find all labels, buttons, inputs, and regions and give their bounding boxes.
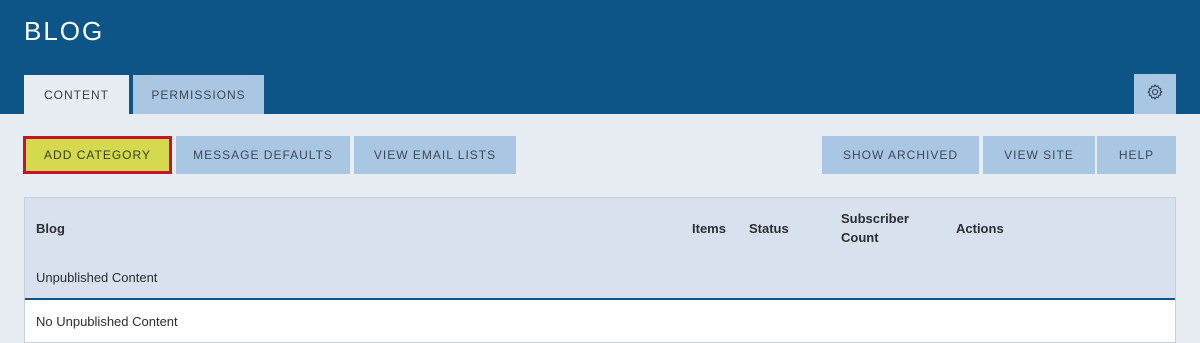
- column-header-subscriber-count: Subscriber Count: [841, 211, 909, 245]
- add-category-button[interactable]: ADD CATEGORY: [23, 136, 172, 174]
- view-email-lists-button[interactable]: VIEW EMAIL LISTS: [354, 136, 516, 174]
- column-header-actions: Actions: [956, 221, 1004, 236]
- column-header-status: Status: [749, 221, 789, 236]
- column-header-items: Items: [692, 221, 726, 236]
- show-archived-button[interactable]: SHOW ARCHIVED: [822, 136, 979, 174]
- section-label: Unpublished Content: [36, 270, 158, 285]
- help-button[interactable]: HELP: [1097, 136, 1176, 174]
- settings-button[interactable]: [1134, 74, 1176, 114]
- page-title: BLOG: [24, 16, 105, 46]
- message-defaults-button[interactable]: MESSAGE DEFAULTS: [176, 136, 350, 174]
- tab-permissions[interactable]: PERMISSIONS: [133, 75, 264, 114]
- page-header: BLOG CONTENT PERMISSIONS: [0, 0, 1200, 114]
- tab-content[interactable]: CONTENT: [24, 75, 129, 114]
- view-site-button[interactable]: VIEW SITE: [983, 136, 1095, 174]
- table-header: Blog Items Status Subscriber Count Actio…: [25, 198, 1175, 300]
- blog-table: Blog Items Status Subscriber Count Actio…: [24, 197, 1176, 343]
- empty-state-message: No Unpublished Content: [36, 314, 178, 329]
- column-header-blog: Blog: [36, 221, 65, 236]
- gear-icon: [1146, 83, 1164, 106]
